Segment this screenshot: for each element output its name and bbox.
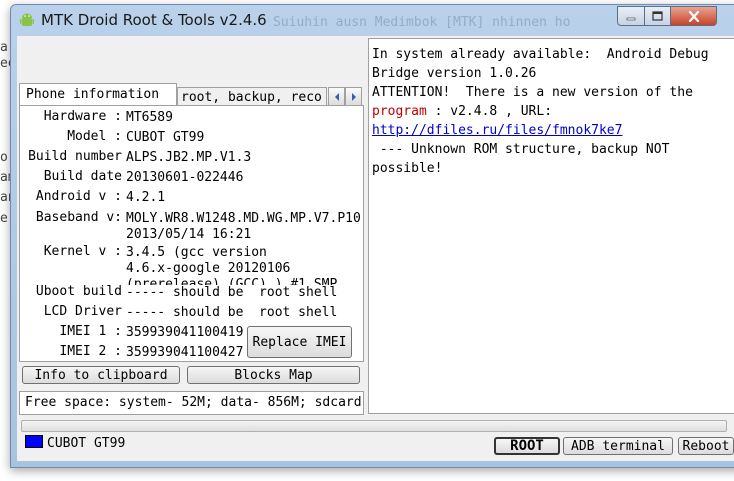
kernel-value: 3.4.5 (gcc version 4.6.x-google 20120106… (126, 245, 338, 285)
model-value: CUBOT GT99 (126, 130, 205, 145)
client-area: Phone information root, backup, reco Har… (17, 36, 734, 461)
left-header-area (17, 36, 365, 86)
lcd-driver-value: ----- should be root shell (126, 305, 338, 320)
connection-status-indicator (25, 435, 43, 448)
hardware-value: MT6589 (126, 110, 173, 125)
progress-bar (21, 420, 727, 432)
app-window: MTK Droid Root & Tools v2.4.6 Suiuhin au… (10, 4, 734, 468)
adb-terminal-button[interactable]: ADB terminal (563, 437, 673, 455)
window-title: MTK Droid Root & Tools v2.4.6 (41, 11, 267, 29)
minimize-icon (626, 17, 636, 21)
arrow-left-icon (334, 92, 339, 101)
maximize-button[interactable] (644, 6, 671, 26)
blocks-map-button[interactable]: Blocks Map (187, 366, 360, 384)
uboot-build-value: ----- should be root shell (126, 285, 338, 300)
uboot-build-label: Uboot build (35, 284, 122, 299)
lcd-driver-label: LCD Driver (43, 304, 122, 319)
device-name: CUBOT GT99 (47, 436, 126, 451)
android-version-value: 4.2.1 (126, 190, 166, 205)
log-line: ATTENTION! There is a new version of the (372, 85, 693, 100)
imei2-label: IMEI 2 : (59, 344, 122, 359)
log-line: program : v2.4.8 , URL: (372, 102, 734, 121)
tab-phone-information[interactable]: Phone information (19, 83, 177, 105)
imei2-value: 359939041100427 (126, 345, 244, 360)
background-window-title: Suiuhin ausn Medimbok [MTK] nhinnen ho (273, 15, 571, 30)
log-line: In system already available: Android Deb… (372, 47, 709, 62)
android-version-label: Android v : (35, 189, 122, 204)
root-button[interactable]: ROOT (494, 437, 560, 455)
minimize-button[interactable] (617, 6, 645, 26)
arrow-right-icon (351, 92, 356, 101)
log-line: possible! (372, 161, 443, 176)
log-line: Bridge version 1.0.26 (372, 66, 537, 81)
kernel-label: Kernel v : (43, 244, 122, 259)
update-link[interactable]: http://dfiles.ru/files/fmnok7ke7 (372, 121, 734, 140)
replace-imei-button[interactable]: Replace IMEI (247, 326, 352, 358)
tab-scroll-left-button[interactable] (328, 87, 345, 106)
build-number-value: ALPS.JB2.MP.V1.3 (126, 150, 252, 165)
android-icon (20, 13, 34, 26)
title-bar[interactable]: MTK Droid Root & Tools v2.4.6 Suiuhin au… (11, 5, 734, 35)
log-program-word: program (372, 104, 427, 119)
build-date-value: 20130601-022446 (126, 170, 244, 185)
imei1-label: IMEI 1 : (59, 324, 122, 339)
reboot-button[interactable]: Reboot (678, 437, 734, 455)
close-button[interactable] (670, 6, 717, 26)
build-date-label: Build date (43, 169, 122, 184)
free-space-readout: Free space: system- 52M; data- 856M; sdc… (19, 391, 364, 415)
phone-info-panel: Hardware : MT6589 Model : CUBOT GT99 Bui… (19, 105, 364, 362)
build-number-label: Build number (28, 149, 122, 164)
info-to-clipboard-button[interactable]: Info to clipboard (22, 366, 180, 384)
model-label: Model : (67, 129, 122, 144)
log-output[interactable]: In system already available: Android Deb… (368, 38, 734, 414)
imei1-value: 359939041100419 (126, 325, 244, 340)
log-version-text: : v2.4.8 , URL: (426, 104, 553, 119)
maximize-icon (652, 11, 663, 21)
baseband-label: Baseband v: (35, 210, 122, 225)
tab-scroll-right-button[interactable] (345, 87, 362, 106)
hardware-label: Hardware : (43, 109, 122, 124)
tab-root-backup-recovery[interactable]: root, backup, reco (177, 87, 327, 106)
log-line: --- Unknown ROM structure, backup NOT (372, 142, 670, 157)
background-text: o (0, 150, 8, 165)
close-icon (688, 10, 699, 22)
baseband-value: MOLY.WR8.W1248.MD.WG.MP.V7.P10 2013/05/1… (126, 211, 361, 242)
